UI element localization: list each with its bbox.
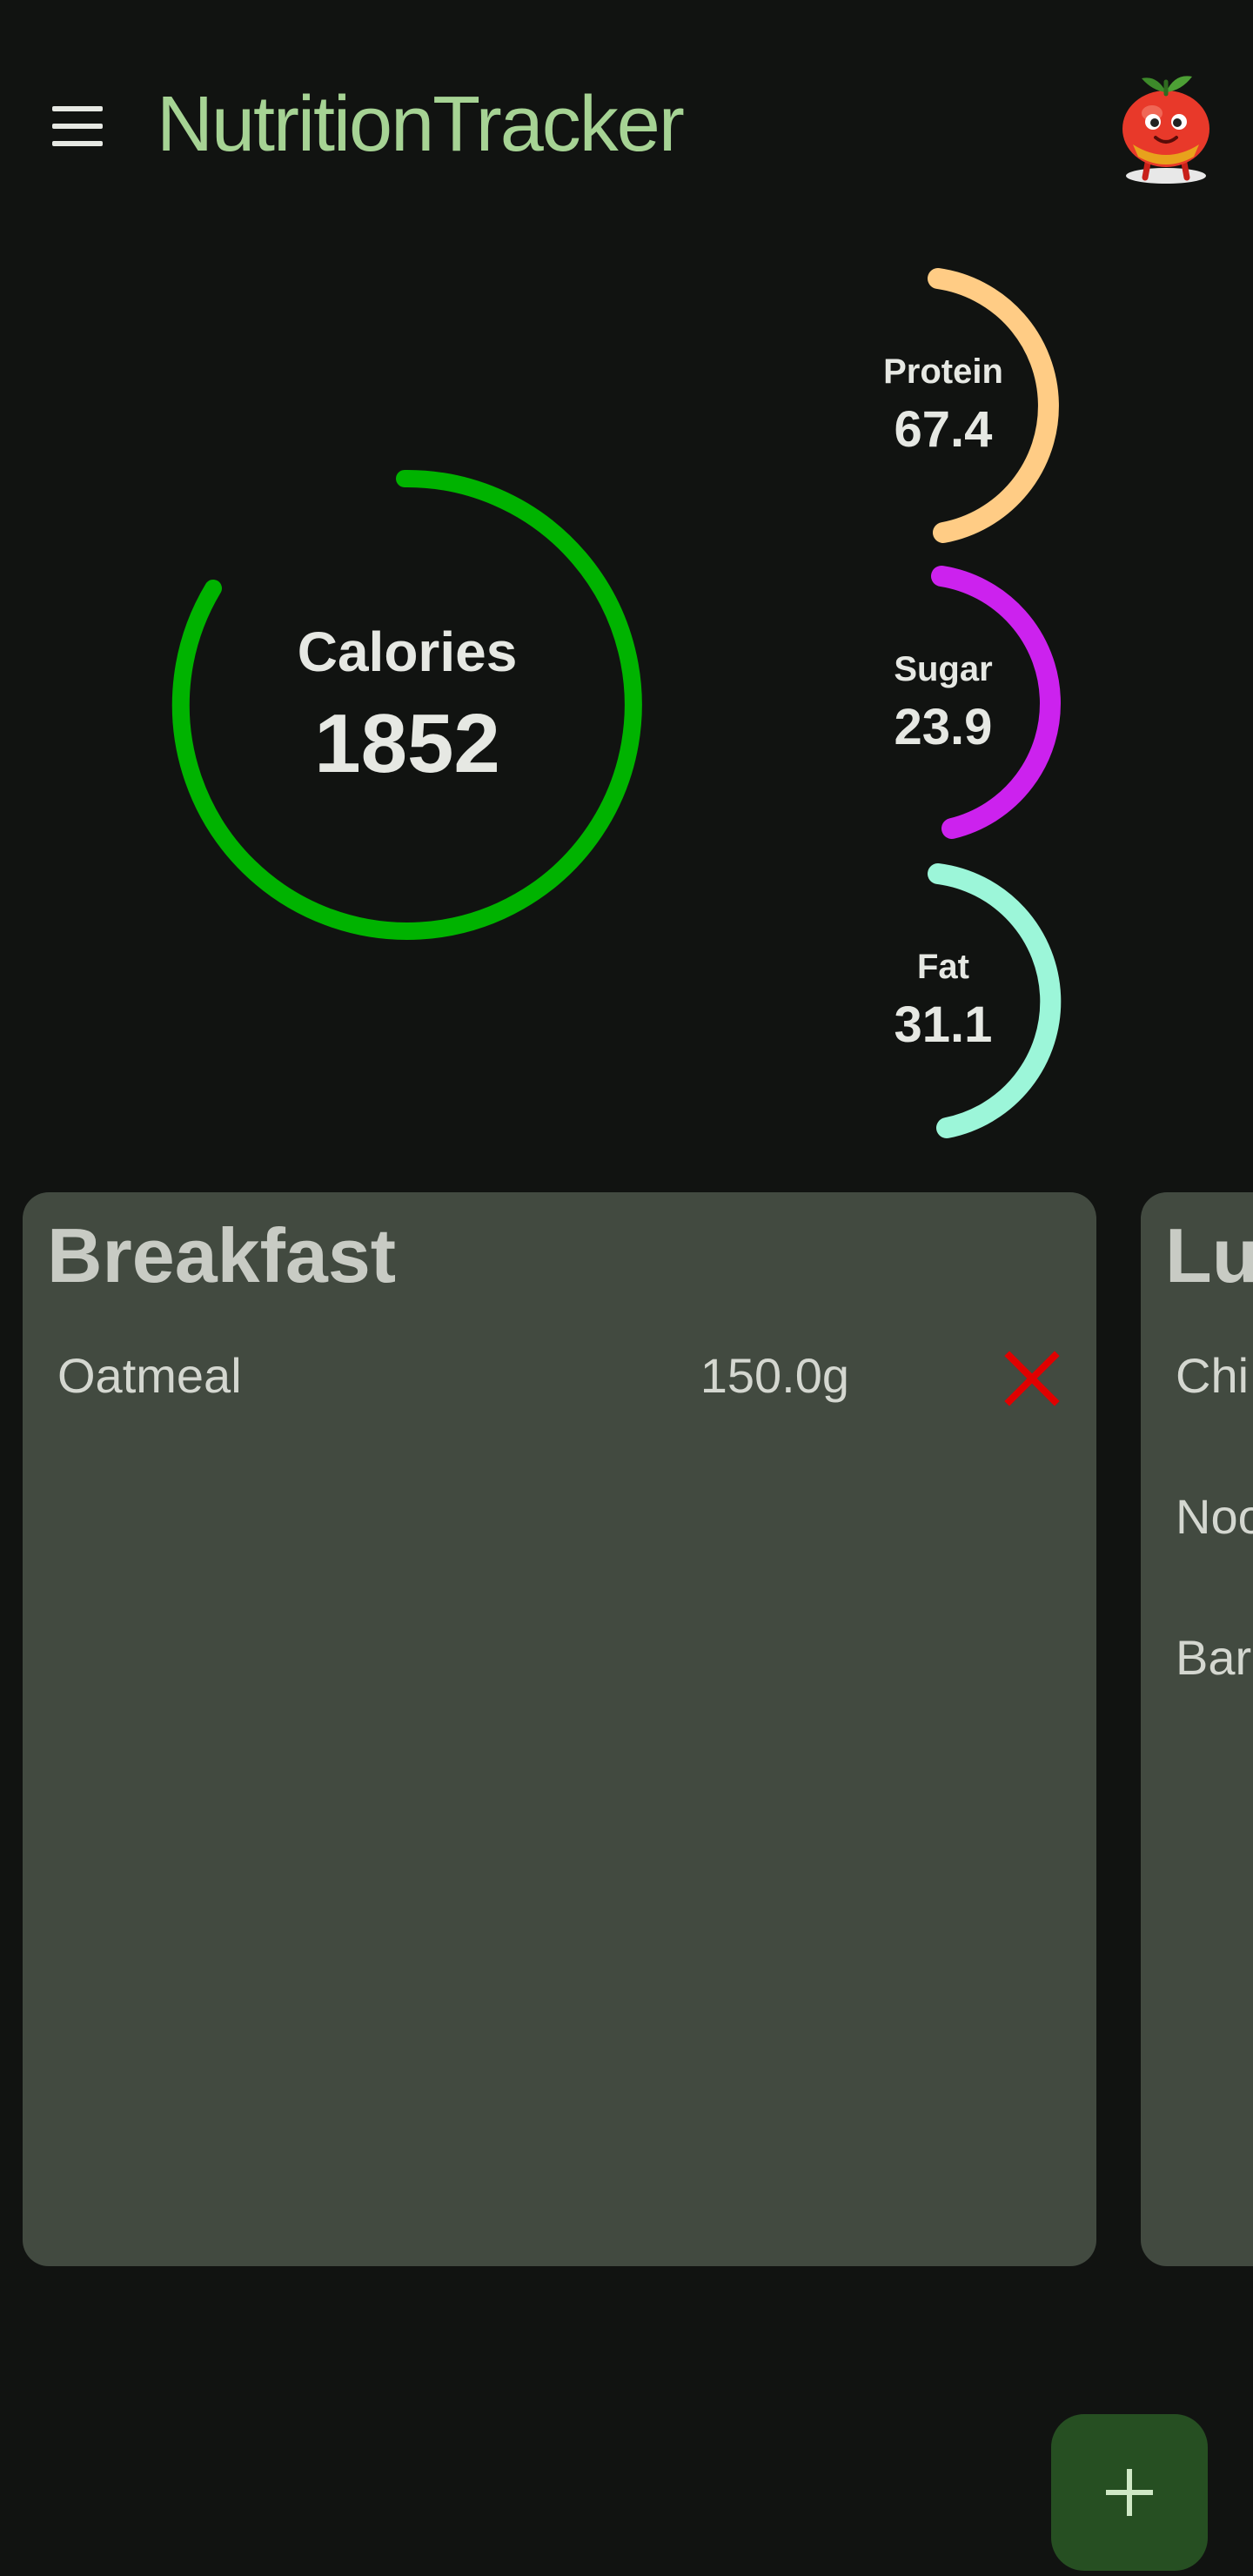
nutrient-rings — [171, 268, 1062, 1138]
food-item-row[interactable]: Oatmeal 150.0g — [23, 1323, 1096, 1427]
protein-value: 67.4 — [894, 401, 993, 458]
plus-icon — [1106, 2469, 1153, 2516]
sugar-label: Sugar — [894, 650, 993, 688]
meal-cards-carousel[interactable]: Breakfast Oatmeal 150.0g Lu Chi Noo Bar — [0, 1192, 1253, 2268]
food-item-row[interactable]: Noo — [1141, 1464, 1253, 1568]
tomato-mascot-icon — [1122, 76, 1209, 184]
food-name: Oatmeal — [57, 1348, 242, 1403]
avatar[interactable] — [1114, 61, 1218, 191]
food-quantity: 150.0g — [700, 1348, 849, 1403]
meal-title: Lu — [1165, 1212, 1253, 1298]
close-x-icon — [1004, 1351, 1060, 1406]
meal-card-breakfast[interactable]: Breakfast Oatmeal 150.0g — [23, 1192, 1096, 2266]
add-food-button[interactable] — [1051, 2414, 1208, 2571]
sugar-value: 23.9 — [894, 699, 993, 755]
food-item-row[interactable]: Bar — [1141, 1605, 1253, 1709]
fat-label: Fat — [917, 948, 969, 986]
food-item-row[interactable]: Chi — [1141, 1323, 1253, 1427]
food-name: Bar — [1176, 1630, 1252, 1685]
meal-card-lunch[interactable]: Lu Chi Noo Bar — [1141, 1192, 1253, 2266]
meal-title: Breakfast — [47, 1212, 397, 1298]
menu-button[interactable] — [35, 87, 122, 165]
food-name: Chi — [1176, 1348, 1250, 1403]
protein-label: Protein — [883, 352, 1003, 391]
fat-value: 31.1 — [894, 996, 993, 1053]
calories-label: Calories — [297, 621, 518, 683]
delete-food-button[interactable] — [997, 1344, 1067, 1413]
food-name: Noo — [1176, 1489, 1253, 1544]
app-title: NutritionTracker — [157, 81, 685, 168]
app-bar: NutritionTracker — [0, 0, 1253, 244]
calories-value: 1852 — [314, 697, 500, 790]
